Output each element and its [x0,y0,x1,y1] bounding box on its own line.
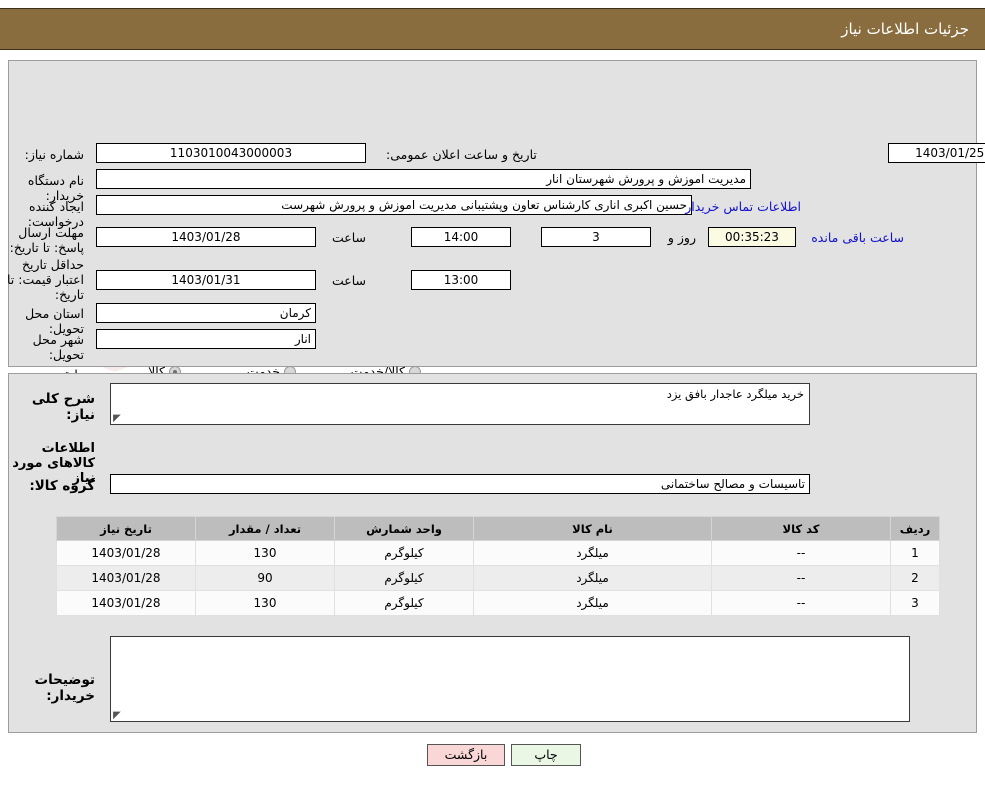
cell-date: 1403/01/28 [56,590,196,616]
cell-code: -- [711,565,891,591]
buyer-notes-textarea[interactable]: ◥ [110,636,910,722]
remaining-days: 3 [541,227,651,247]
cell-unit: کیلوگرم [334,565,474,591]
reply-deadline-date: 1403/01/28 [96,227,316,247]
items-table: ردیف کد کالا نام کالا واحد شمارش تعداد /… [56,516,940,616]
table-row: 3 -- میلگرد کیلوگرم 130 1403/01/28 [56,590,940,616]
reply-deadline-label: مهلت ارسال پاسخ: تا تاریخ: [9,225,84,255]
remaining-time-label: ساعت باقی مانده [811,230,904,245]
buyer-notes-label: توضیحات خریدار: [34,672,95,704]
col-header-row: ردیف [890,516,940,541]
buyer-org-value: مدیریت اموزش و پرورش شهرستان انار [96,169,751,189]
cell-qty: 130 [195,590,335,616]
price-validity-label: حداقل تاریخ اعتبار قیمت: تا تاریخ: [6,257,84,302]
cell-name: میلگرد [473,540,712,566]
cell-unit: کیلوگرم [334,590,474,616]
reply-deadline-time: 14:00 [411,227,511,247]
page-header-bar: جزئیات اطلاعات نیاز [0,8,985,50]
back-button[interactable]: بازگشت [427,744,505,766]
page-title: جزئیات اطلاعات نیاز [841,20,969,38]
resize-grip-icon[interactable]: ◥ [113,413,123,424]
need-number-value: 1103010043000003 [96,143,366,163]
col-header-date: تاریخ نیاز [56,516,196,541]
reply-deadline-time-label: ساعت [331,230,366,245]
remaining-days-label: روز و [667,230,696,245]
countdown-timer: 00:35:23 [708,227,796,247]
delivery-city-label: شهر محل تحویل: [32,332,84,362]
need-summary-panel: شماره نیاز: 1103010043000003 تاریخ و ساع… [7,60,985,428]
cell-row: 2 [890,565,940,591]
cell-qty: 90 [195,565,335,591]
creator-value: حسین اکبری اناری کارشناس تعاون وپشتیبانی… [96,195,692,215]
cell-row: 1 [890,540,940,566]
col-header-code: کد کالا [711,516,891,541]
resize-grip-icon[interactable]: ◥ [113,710,123,721]
need-description-value: خرید میلگرد عاجدار بافق یزد [666,387,804,401]
price-validity-time-label: ساعت [331,273,366,288]
table-row: 1 -- میلگرد کیلوگرم 130 1403/01/28 [56,540,940,566]
buyer-contact-link[interactable]: اطلاعات تماس خریدار [685,199,801,214]
cell-unit: کیلوگرم [334,540,474,566]
items-table-wrapper: ردیف کد کالا نام کالا واحد شمارش تعداد /… [56,516,940,616]
cell-qty: 130 [195,540,335,566]
goods-group-label: گروه کالا: [29,478,95,494]
need-number-label: شماره نیاز: [24,147,84,162]
cell-date: 1403/01/28 [56,540,196,566]
delivery-city-value: انار [96,329,316,349]
need-description-textarea[interactable]: خرید میلگرد عاجدار بافق یزد ◥ [110,383,810,425]
cell-name: میلگرد [473,565,712,591]
cell-row: 3 [890,590,940,616]
price-validity-date: 1403/01/31 [96,270,316,290]
cell-date: 1403/01/28 [56,565,196,591]
print-button[interactable]: چاپ [511,744,581,766]
need-description-label: شرح کلی نیاز: [31,391,95,423]
col-header-qty: تعداد / مقدار [195,516,335,541]
cell-name: میلگرد [473,590,712,616]
delivery-province-value: کرمان [96,303,316,323]
cell-code: -- [711,540,891,566]
col-header-unit: واحد شمارش [334,516,474,541]
price-validity-time: 13:00 [411,270,511,290]
cell-code: -- [711,590,891,616]
table-header-row: ردیف کد کالا نام کالا واحد شمارش تعداد /… [56,516,940,541]
col-header-name: نام کالا [473,516,712,541]
goods-group-value: تاسیسات و مصالح ساختمانی [110,474,810,494]
table-row: 2 -- میلگرد کیلوگرم 90 1403/01/28 [56,565,940,591]
announce-datetime-label: تاریخ و ساعت اعلان عمومی: [386,147,537,162]
announce-datetime-value: 11:51 - 1403/01/25 [888,143,985,163]
